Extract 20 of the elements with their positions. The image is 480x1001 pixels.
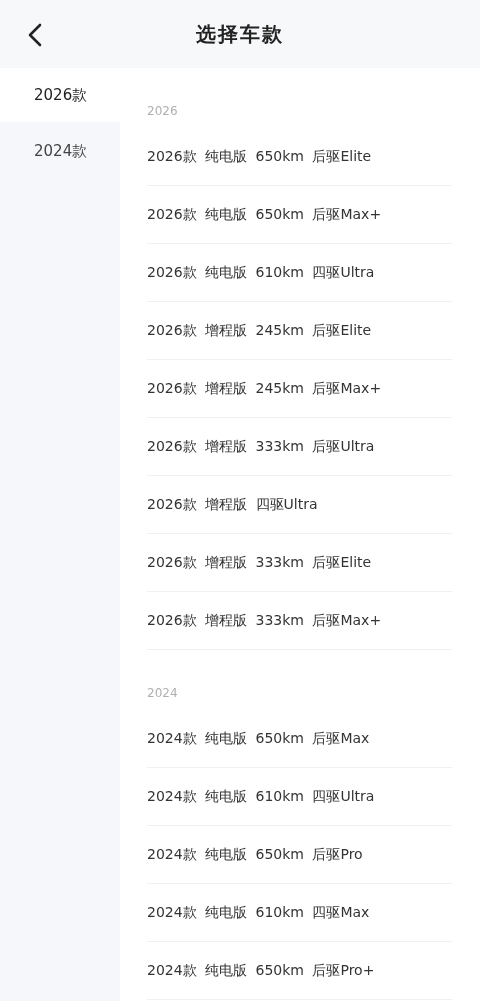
list-item[interactable]: 2026款 增程版 四驱Ultra	[147, 476, 452, 534]
list-item[interactable]: 2026款 增程版 245km 后驱Max+	[147, 360, 452, 418]
list-item[interactable]: 2024款 纯电版 650km 后驱Pro	[147, 826, 452, 884]
list-item[interactable]: 2026款 纯电版 650km 后驱Max+	[147, 186, 452, 244]
sidebar-item[interactable]: 2026款	[0, 68, 120, 122]
list-item[interactable]: 2026款 增程版 333km 后驱Elite	[147, 534, 452, 592]
list-item[interactable]: 2026款 增程版 333km 后驱Ultra	[147, 418, 452, 476]
back-icon	[28, 23, 42, 47]
list-item[interactable]: 2026款 增程版 333km 后驱Max+	[147, 592, 452, 650]
list-item[interactable]: 2026款 纯电版 650km 后驱Elite	[147, 128, 452, 186]
list-item[interactable]: 2024款 纯电版 650km 后驱Pro+	[147, 942, 452, 1000]
list-item[interactable]: 2024款 纯电版 610km 四驱Max	[147, 884, 452, 942]
list-item[interactable]: 2024款 纯电版 610km 四驱Ultra	[147, 768, 452, 826]
list-item[interactable]: 2026款 纯电版 610km 四驱Ultra	[147, 244, 452, 302]
section-label: 2024	[147, 685, 179, 702]
list-item[interactable]: 2024款 纯电版 650km 后驱Max	[147, 710, 452, 768]
back-button[interactable]	[26, 22, 44, 48]
section-label: 2026	[147, 103, 179, 120]
page-title: 选择车款	[196, 20, 284, 48]
list-item[interactable]: 2026款 增程版 245km 后驱Elite	[147, 302, 452, 360]
